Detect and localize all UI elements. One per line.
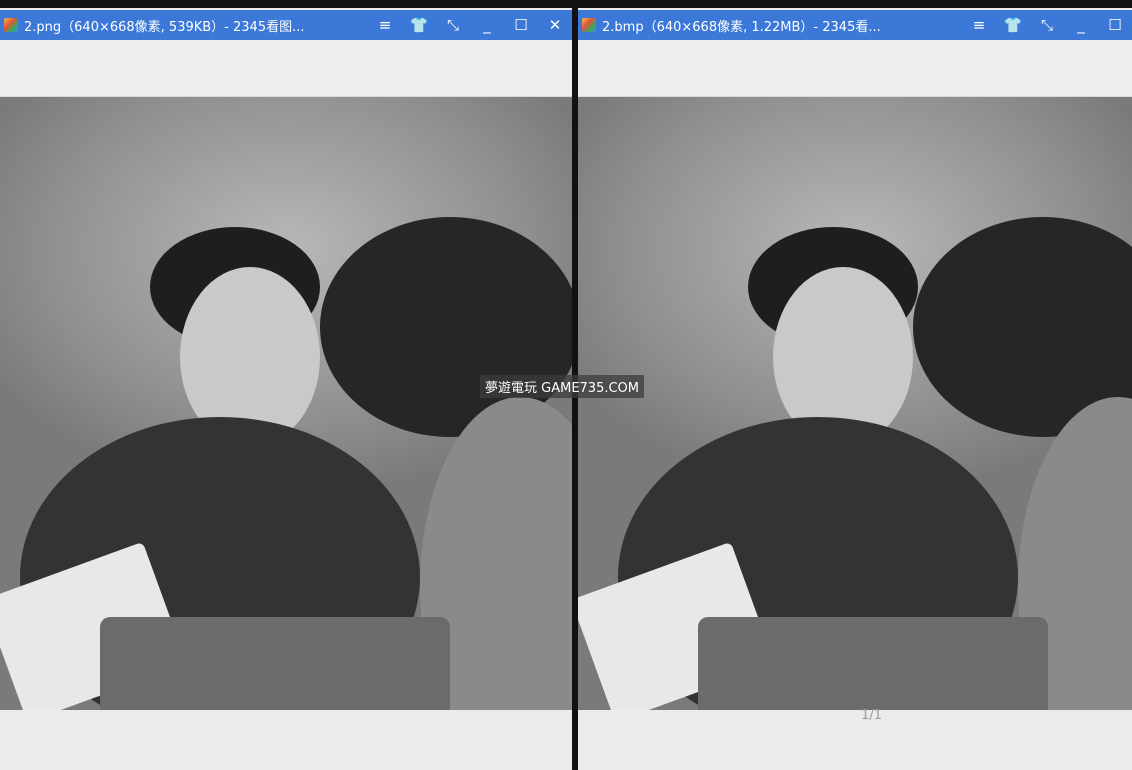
photo [0, 97, 572, 710]
app-icon [4, 18, 18, 32]
minimize-button[interactable]: _ [470, 10, 504, 40]
menu-icon[interactable]: ≡ [962, 10, 996, 40]
skin-icon[interactable]: 👕 [402, 10, 436, 40]
photo [578, 97, 1132, 710]
maximize-button[interactable]: ☐ [504, 10, 538, 40]
window-title: 2.png（640×668像素, 539KB）- 2345看图... [24, 19, 305, 35]
fullscreen-icon[interactable]: ⤡ [436, 10, 470, 40]
fullscreen-icon[interactable]: ⤡ [1030, 10, 1064, 40]
toolbar [0, 40, 572, 97]
close-button[interactable]: ✕ [538, 10, 572, 40]
title-bar[interactable]: 2.png（640×668像素, 539KB）- 2345看图... ≡ 👕 ⤡… [0, 10, 572, 40]
maximize-button[interactable]: ☐ [1098, 10, 1132, 40]
window-title: 2.bmp（640×668像素, 1.22MB）- 2345看... [602, 19, 881, 35]
menu-icon[interactable]: ≡ [368, 10, 402, 40]
toolbar [578, 40, 1132, 97]
title-bar[interactable]: 2.bmp（640×668像素, 1.22MB）- 2345看... ≡ 👕 ⤡… [578, 10, 1132, 40]
page-indicator: 1/1 [861, 708, 882, 723]
watermark: 夢遊電玩 GAME735.COM [480, 375, 645, 398]
minimize-button[interactable]: _ [1064, 10, 1098, 40]
skin-icon[interactable]: 👕 [996, 10, 1030, 40]
app-icon [582, 18, 596, 32]
image-viewer-window-right: 2.bmp（640×668像素, 1.22MB）- 2345看... ≡ 👕 ⤡… [578, 8, 1132, 770]
